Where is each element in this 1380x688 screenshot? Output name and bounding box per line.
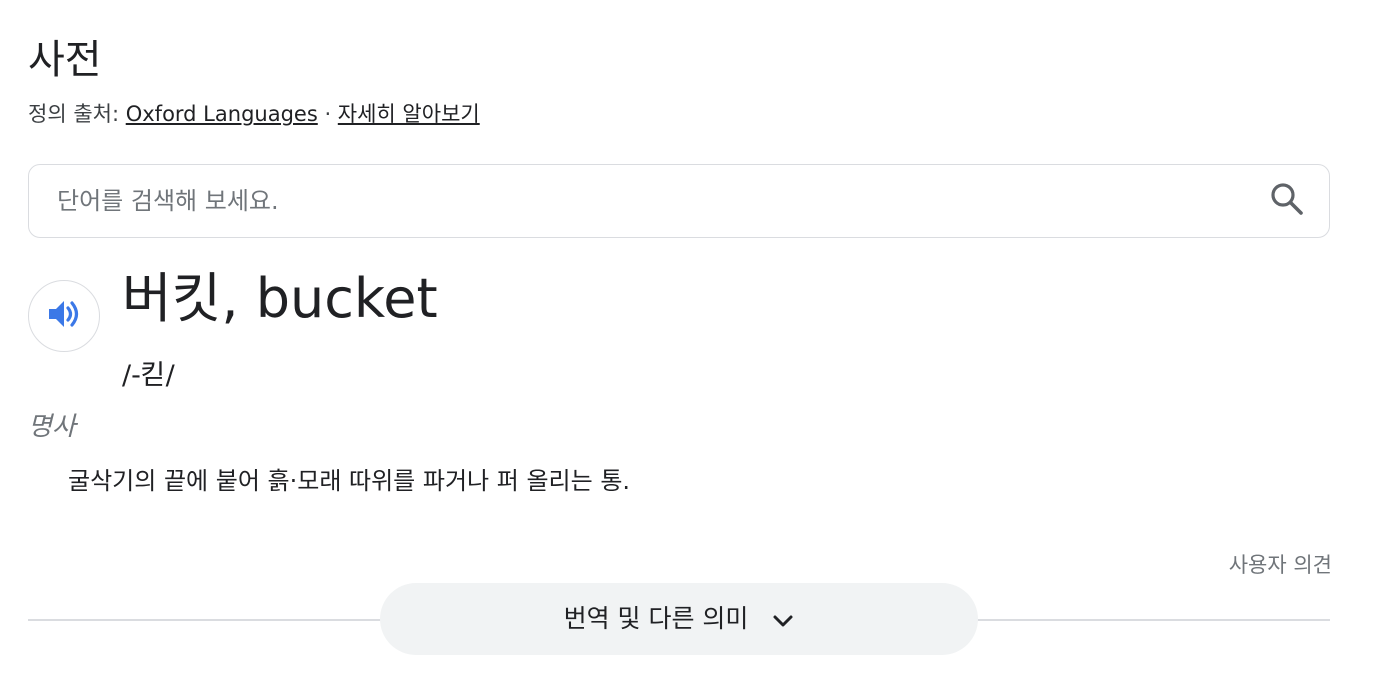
dictionary-card: 사전 정의 출처: Oxford Languages · 자세히 알아보기 버킷… bbox=[0, 0, 1380, 688]
learn-more-link[interactable]: 자세히 알아보기 bbox=[338, 102, 480, 126]
definition: 굴삭기의 끝에 붙어 흙·모래 따위를 파거나 퍼 올리는 통. bbox=[68, 467, 631, 495]
search-button[interactable] bbox=[1267, 181, 1307, 221]
source-prefix: 정의 출처: bbox=[28, 102, 126, 126]
translations-expand-button[interactable]: 번역 및 다른 의미 bbox=[380, 583, 978, 655]
search-input[interactable] bbox=[57, 165, 1237, 237]
source-line: 정의 출처: Oxford Languages · 자세히 알아보기 bbox=[28, 100, 480, 128]
search-icon bbox=[1269, 181, 1305, 221]
chevron-down-icon bbox=[772, 614, 794, 628]
feedback-link[interactable]: 사용자 의견 bbox=[1229, 550, 1332, 580]
search-box bbox=[28, 164, 1330, 238]
part-of-speech: 명사 bbox=[28, 412, 76, 442]
expand-label: 번역 및 다른 의미 bbox=[563, 604, 749, 633]
headword: 버킷, bucket bbox=[122, 267, 438, 330]
source-separator: · bbox=[317, 102, 338, 126]
oxford-languages-link[interactable]: Oxford Languages bbox=[126, 102, 318, 126]
speaker-icon bbox=[46, 296, 82, 336]
page-title: 사전 bbox=[28, 37, 102, 83]
pronunciation: /-킫/ bbox=[122, 360, 175, 391]
pronunciation-play-button[interactable] bbox=[28, 280, 100, 352]
